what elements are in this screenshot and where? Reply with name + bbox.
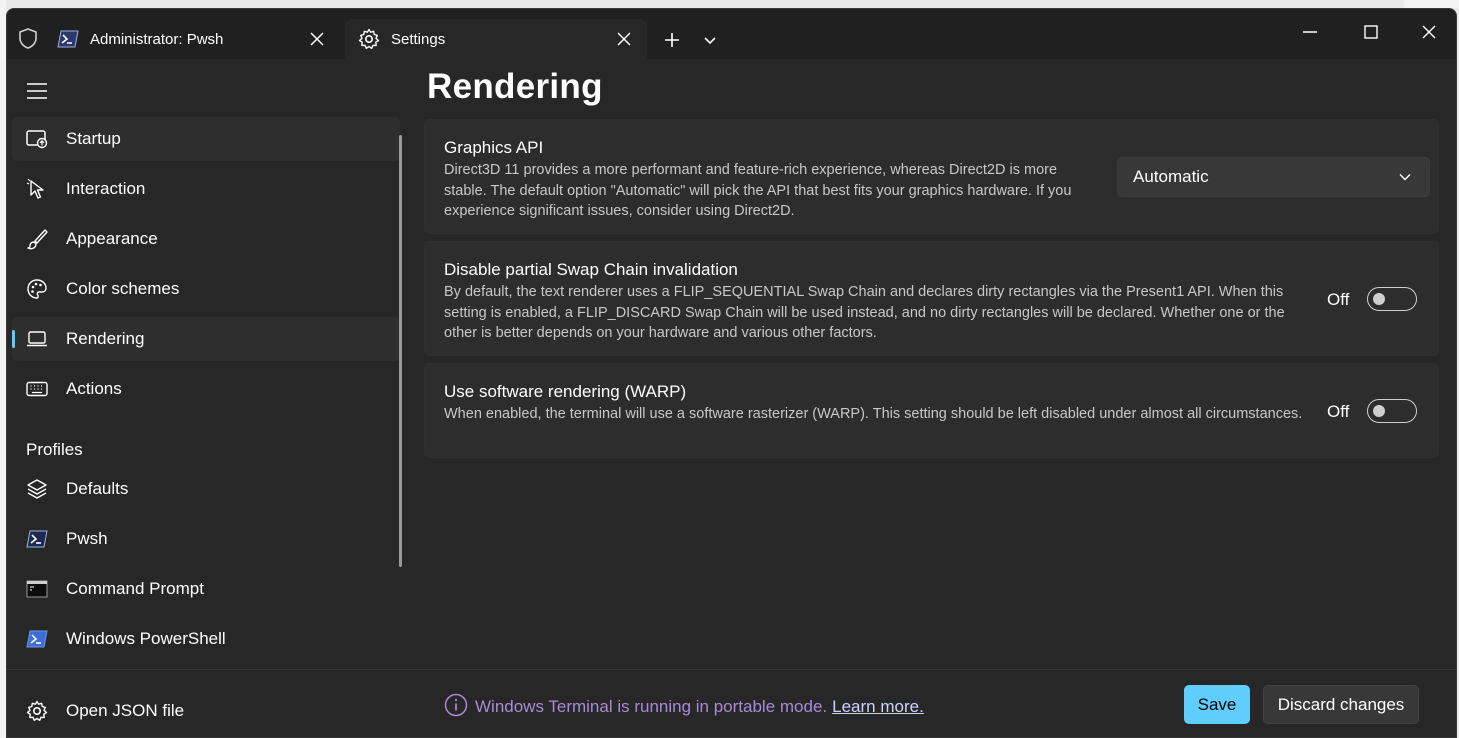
sidebar-item-defaults[interactable]: Defaults <box>12 467 400 511</box>
warp-description: When enabled, the terminal will use a so… <box>444 406 1303 422</box>
minimize-icon <box>1303 31 1317 33</box>
palette-icon <box>25 277 49 301</box>
gear-icon <box>357 27 381 51</box>
sidebar-item-label: Rendering <box>66 329 145 348</box>
page-title: Rendering <box>427 67 603 106</box>
tab-label: Administrator: Pwsh <box>90 30 224 48</box>
graphics-api-description: Direct3D 11 provides a more performant a… <box>444 162 1072 219</box>
sidebar-item-appearance[interactable]: Appearance <box>12 217 400 261</box>
warp-title: Use software rendering (WARP) <box>444 382 687 401</box>
sidebar-item-label: Interaction <box>66 179 146 198</box>
startup-icon <box>25 127 49 151</box>
powershell-icon <box>56 27 80 51</box>
footer-divider <box>407 669 1456 670</box>
sidebar-item-label: Defaults <box>66 479 129 498</box>
graphics-api-select[interactable]: Automatic <box>1117 157 1430 197</box>
maximize-icon <box>1364 25 1378 39</box>
gear-icon <box>25 699 49 723</box>
sidebar-item-label: Startup <box>66 129 121 148</box>
sidebar-item-label: Appearance <box>66 229 158 248</box>
layers-icon <box>25 477 49 501</box>
swap-chain-title: Disable partial Swap Chain invalidation <box>444 260 738 279</box>
brush-icon <box>25 227 49 251</box>
laptop-icon <box>25 327 49 351</box>
terminal-window: Administrator: Pwsh Settings Startup Int… <box>6 8 1457 738</box>
sidebar-item-actions[interactable]: Actions <box>12 367 400 411</box>
graphics-api-title: Graphics API <box>444 138 544 157</box>
sidebar-item-label: Actions <box>66 379 122 398</box>
powershell-icon <box>25 627 49 651</box>
desktop-background-top <box>1404 0 1459 8</box>
sidebar-item-pwsh[interactable]: Pwsh <box>12 517 400 561</box>
sidebar-item-label: Command Prompt <box>66 579 204 598</box>
open-json-label: Open JSON file <box>66 701 185 720</box>
maximize-button[interactable] <box>1348 17 1394 47</box>
swap-chain-card: Disable partial Swap Chain invalidation … <box>424 241 1439 356</box>
portable-mode-text: Windows Terminal is running in portable … <box>475 697 828 716</box>
tab-administrator-pwsh[interactable]: Administrator: Pwsh <box>44 19 340 59</box>
close-tab-icon[interactable] <box>609 24 639 54</box>
plus-icon <box>665 33 679 47</box>
sidebar-divider <box>7 669 407 670</box>
sidebar-item-color-schemes[interactable]: Color schemes <box>12 267 400 311</box>
sidebar-item-windows-powershell[interactable]: Windows PowerShell <box>12 617 400 661</box>
powershell-icon <box>25 527 49 551</box>
sidebar-item-command-prompt[interactable]: Command Prompt <box>12 567 400 611</box>
close-icon <box>1422 25 1436 39</box>
learn-more-link[interactable]: Learn more. <box>832 697 924 716</box>
minimize-button[interactable] <box>1287 17 1333 47</box>
sidebar-item-rendering[interactable]: Rendering <box>12 317 400 361</box>
swap-chain-description: By default, the text renderer uses a FLI… <box>444 284 1285 341</box>
swap-chain-toggle[interactable] <box>1367 287 1417 311</box>
close-window-button[interactable] <box>1406 17 1452 47</box>
cursor-icon <box>25 177 49 201</box>
title-bar: Administrator: Pwsh Settings <box>7 9 1456 59</box>
portable-mode-message: Windows Terminal is running in portable … <box>475 697 924 717</box>
new-tab-dropdown-button[interactable] <box>695 25 725 55</box>
profiles-heading: Profiles <box>26 440 83 459</box>
warp-card: Use software rendering (WARP) When enabl… <box>424 363 1439 458</box>
cmd-icon <box>25 577 49 601</box>
settings-sidebar: Startup Interaction Appearance Color sch… <box>7 59 407 737</box>
warp-toggle[interactable] <box>1367 399 1417 423</box>
shield-icon <box>19 28 37 49</box>
sidebar-item-startup[interactable]: Startup <box>12 117 400 161</box>
tab-label: Settings <box>391 30 446 48</box>
close-tab-icon[interactable] <box>302 24 332 54</box>
graphics-api-card: Graphics API Direct3D 11 provides a more… <box>424 119 1439 234</box>
warp-toggle-label: Off <box>1327 402 1350 421</box>
chevron-down-icon <box>704 37 716 45</box>
sidebar-item-label: Windows PowerShell <box>66 629 226 648</box>
sidebar-item-label: Pwsh <box>66 529 108 548</box>
open-json-file-button[interactable]: Open JSON file <box>12 689 400 733</box>
keyboard-icon <box>25 377 49 401</box>
sidebar-item-label: Color schemes <box>66 279 180 298</box>
info-icon <box>444 693 468 717</box>
new-tab-button[interactable] <box>657 25 687 55</box>
sidebar-scrollbar[interactable] <box>399 135 402 567</box>
chevron-down-icon <box>1395 167 1415 187</box>
swap-chain-toggle-label: Off <box>1327 290 1350 309</box>
sidebar-item-interaction[interactable]: Interaction <box>12 167 400 211</box>
hamburger-menu-icon[interactable] <box>25 79 49 103</box>
selection-indicator <box>12 330 15 348</box>
discard-changes-button[interactable]: Discard changes <box>1263 685 1419 724</box>
graphics-api-selected-value: Automatic <box>1133 167 1209 186</box>
save-button[interactable]: Save <box>1184 685 1250 724</box>
tab-settings[interactable]: Settings <box>345 19 647 59</box>
